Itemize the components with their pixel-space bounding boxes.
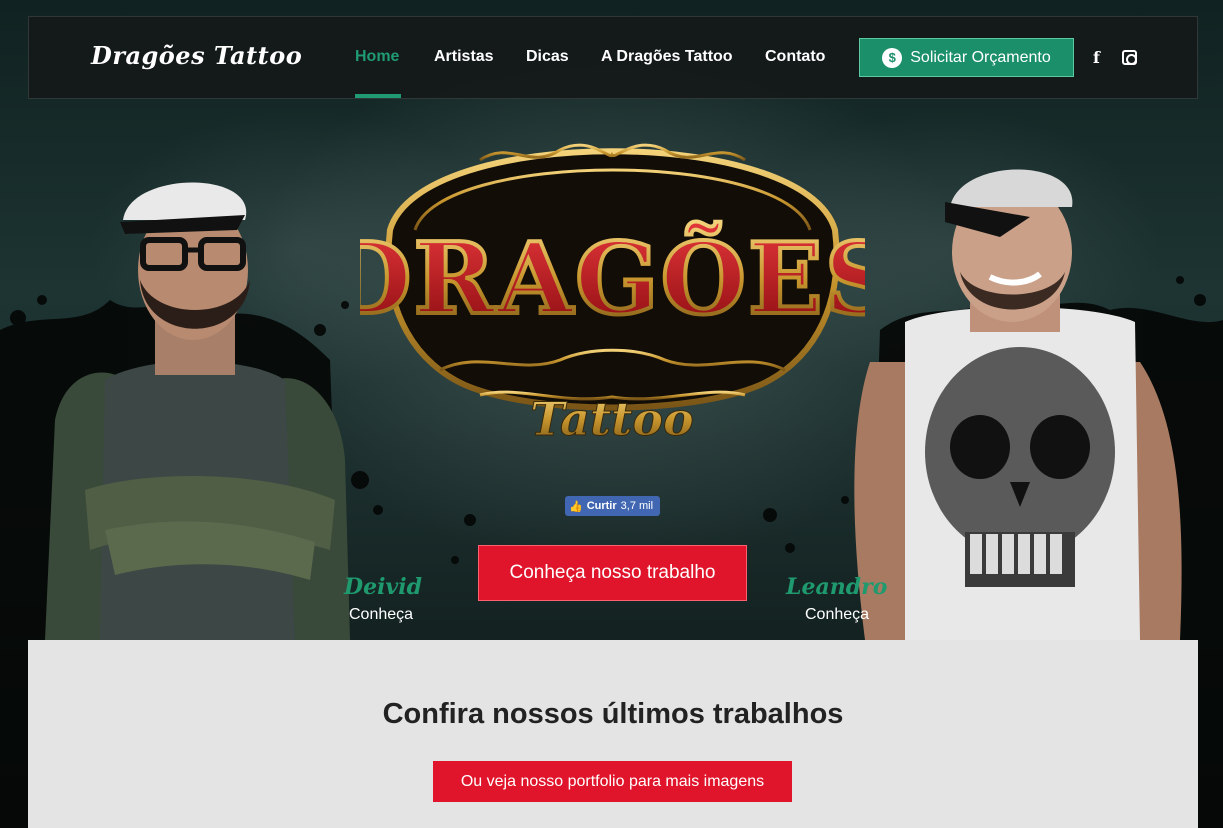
latest-work-heading: Confira nossos últimos trabalhos xyxy=(382,698,844,730)
artist-name-deivid: Deivid xyxy=(344,574,422,600)
nav-home[interactable]: Home xyxy=(355,48,399,66)
facebook-like-button[interactable]: 👍 Curtir 3,7 mil xyxy=(565,496,660,516)
nav-contato[interactable]: Contato xyxy=(765,48,825,66)
artist-leandro-link[interactable]: Conheça xyxy=(805,606,869,624)
artist-leandro-photo[interactable] xyxy=(850,162,1190,640)
dragoes-tattoo-logo: DRAGÕES Tattoo xyxy=(325,115,898,470)
like-label: Curtir xyxy=(586,500,617,512)
active-nav-indicator xyxy=(355,94,401,98)
logo-title: DRAGÕES xyxy=(360,222,865,337)
request-quote-label: Solicitar Orçamento xyxy=(910,48,1051,66)
nav-artistas[interactable]: Artistas xyxy=(434,48,494,66)
instagram-icon[interactable] xyxy=(1122,50,1137,65)
nav-a-dragoes-tattoo[interactable]: A Dragões Tattoo xyxy=(601,48,733,66)
nav-dicas[interactable]: Dicas xyxy=(526,48,569,66)
artist-name-leandro: Leandro xyxy=(786,574,888,600)
facebook-icon[interactable]: f xyxy=(1093,48,1100,67)
request-quote-button[interactable]: $ Solicitar Orçamento xyxy=(859,38,1074,77)
artist-deivid-photo[interactable] xyxy=(45,170,355,640)
latest-work-section: Confira nossos últimos trabalhos Ou veja… xyxy=(28,640,1198,828)
brand-logo-text[interactable]: Dragões Tattoo xyxy=(91,41,302,70)
thumbs-up-icon: 👍 xyxy=(569,500,583,513)
artist-deivid-link[interactable]: Conheça xyxy=(349,606,413,624)
main-navbar: Dragões Tattoo Home Artistas Dicas A Dra… xyxy=(28,16,1198,99)
see-our-work-button[interactable]: Conheça nosso trabalho xyxy=(478,545,747,601)
logo-subtitle: Tattoo xyxy=(530,392,694,446)
money-bag-icon: $ xyxy=(882,47,903,68)
like-count: 3,7 mil xyxy=(620,500,654,512)
view-portfolio-button[interactable]: Ou veja nosso portfolio para mais imagen… xyxy=(433,761,792,802)
